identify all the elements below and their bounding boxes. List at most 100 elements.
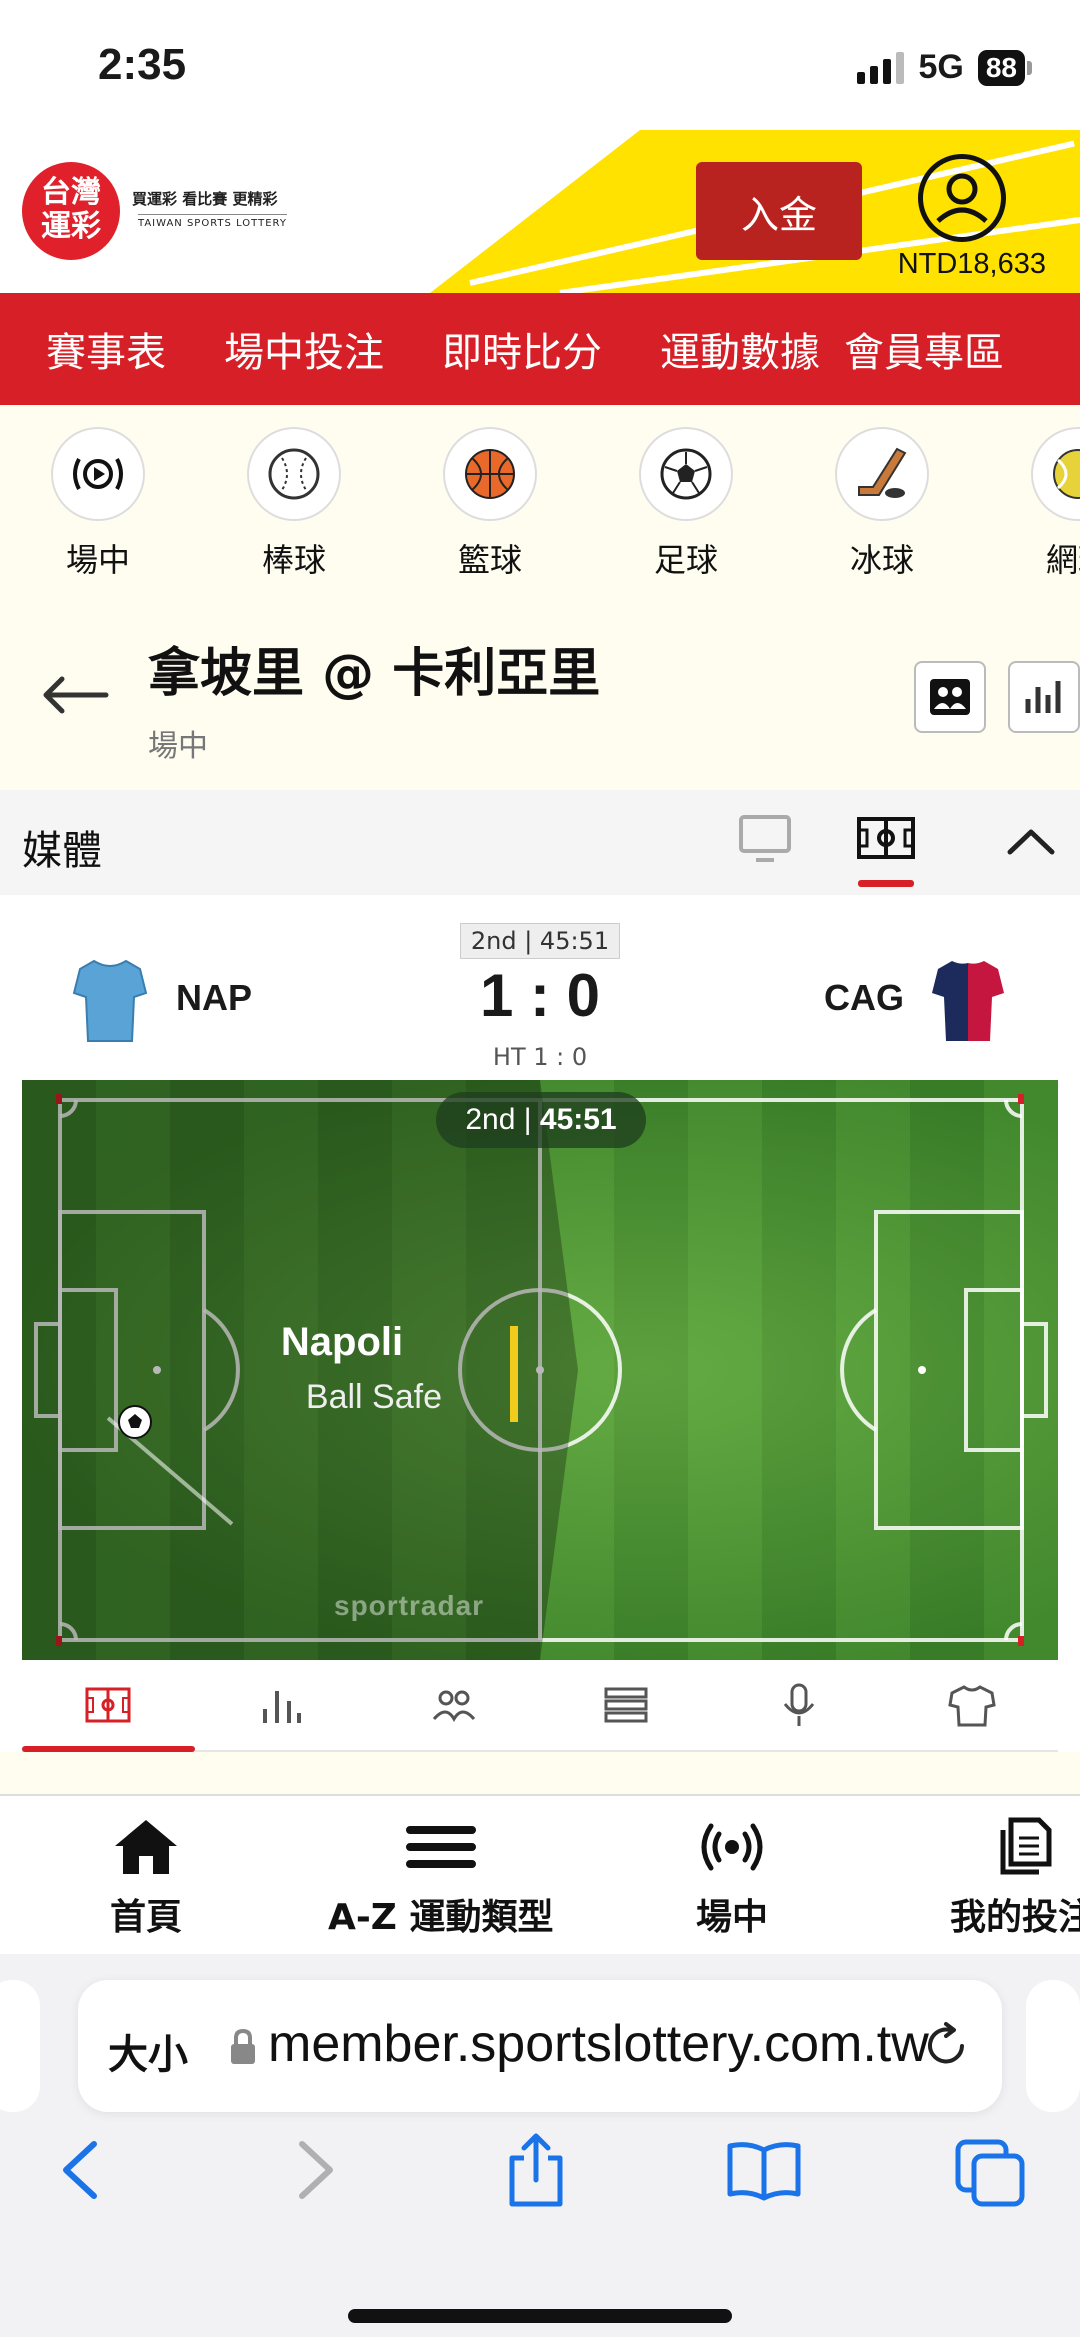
nav-item-member[interactable]: 會員專區 (832, 320, 1016, 378)
tab-commentary[interactable] (713, 1660, 886, 1750)
bets-icon (1000, 1817, 1052, 1875)
battery-icon: 88 (977, 49, 1025, 86)
address-bar[interactable]: 大小 member.sportslottery.com.tw (78, 1980, 1002, 2112)
deposit-button[interactable]: 入金 (696, 162, 862, 260)
cell-signal-icon (857, 51, 905, 84)
stats-button[interactable] (1008, 661, 1080, 733)
bottom-nav-my-bets[interactable]: 我的投注 (950, 1816, 1080, 1940)
sport-label: 足球 (653, 541, 718, 579)
sport-item-basketball[interactable]: 籃球 (392, 405, 588, 595)
bottom-nav: 首頁 A-Z 運動類型 場中 我的投注 (0, 1794, 1080, 1954)
lineup-button[interactable] (914, 661, 986, 733)
pitch-view-icon[interactable] (856, 814, 916, 864)
nav-item-sports-data[interactable]: 運動數據 (614, 320, 832, 378)
ice-hockey-icon (835, 427, 929, 521)
bar-chart-icon (1025, 681, 1061, 713)
event-description: Ball Safe (305, 1378, 442, 1416)
nav-item-live-scores[interactable]: 即時比分 (396, 320, 614, 378)
bottom-nav-az-sports[interactable]: A-Z 運動類型 (328, 1816, 553, 1940)
content-spacer (0, 1752, 1080, 1794)
tab-kits[interactable] (885, 1660, 1058, 1750)
network-type: 5G (918, 48, 964, 86)
sport-label: 網球 (1045, 541, 1080, 579)
status-indicators: 5G 88 (857, 48, 1032, 87)
media-active-indicator (858, 880, 914, 887)
scoreboard: 2nd | 45:51 NAP 1 : 0 HT 1 : 0 CAG (0, 895, 1080, 1080)
bookmarks-icon[interactable] (724, 2138, 804, 2202)
bottom-nav-home[interactable]: 首頁 (110, 1816, 182, 1940)
basketball-icon (443, 427, 537, 521)
home-shirt-icon (72, 959, 148, 1042)
site-logo[interactable]: 台灣 運彩 (22, 162, 120, 260)
account-avatar-icon[interactable] (918, 154, 1006, 242)
account-balance: NTD18,633 (897, 248, 1046, 280)
media-title: 媒體 (22, 828, 102, 874)
away-shirt-icon (932, 961, 1004, 1041)
live-broadcast-icon (51, 427, 145, 521)
chevron-up-icon[interactable] (1006, 826, 1056, 856)
share-icon[interactable] (504, 2132, 568, 2208)
menu-icon (405, 1826, 476, 1868)
home-indicator (348, 2309, 732, 2323)
match-period: 2nd | 45:51 (460, 923, 620, 959)
back-arrow-icon[interactable] (40, 675, 110, 715)
baseball-icon (247, 427, 341, 521)
back-chevron-icon[interactable] (56, 2138, 106, 2202)
pitch-clock: 2nd | 45:51 (436, 1092, 646, 1148)
sport-item-ice-hockey[interactable]: 冰球 (784, 405, 980, 595)
logo-slogan: 買運彩 看比賽 更精彩 (132, 190, 278, 208)
sport-item-tennis[interactable]: 網球 (980, 405, 1080, 595)
lock-icon (231, 2028, 255, 2064)
shirt-icon (947, 1685, 996, 1727)
tab-lineup[interactable] (367, 1660, 540, 1750)
sport-item-baseball[interactable]: 棒球 (196, 405, 392, 595)
forward-chevron-icon[interactable] (290, 2138, 340, 2202)
tv-icon[interactable] (738, 814, 792, 864)
match-status: 場中 (148, 729, 208, 764)
tab-pitch[interactable] (22, 1660, 195, 1752)
logo-subtitle: TAIWAN SPORTS LOTTERY (138, 214, 287, 229)
list-icon (604, 1687, 648, 1723)
previous-tab-preview[interactable] (0, 1980, 40, 2112)
pitch-clock-time: 45:51 (539, 1103, 617, 1136)
pitch-markings (22, 1080, 1048, 1660)
event-team: Napoli (280, 1320, 404, 1364)
halftime-score: HT 1 : 0 (492, 1043, 588, 1071)
match-score: 1 : 0 (479, 962, 601, 1029)
main-nav: 賽事表 場中投注 即時比分 運動數據 會員專區 (0, 293, 1080, 405)
bottom-nav-live[interactable]: 場中 (696, 1816, 768, 1940)
pitch-period: 2nd (465, 1103, 516, 1136)
match-title: 拿坡里 @ 卡利亞里 (148, 644, 601, 704)
sport-label: 棒球 (261, 541, 326, 579)
match-header: 拿坡里 @ 卡利亞里 場中 (0, 595, 1080, 790)
live-pitch-tracker: 2nd | 45:51 Napoli Ball Safe sportradar (22, 1080, 1058, 1660)
soccer-ball-icon (639, 427, 733, 521)
site-header: 台灣 運彩 買運彩 看比賽 更精彩 TAIWAN SPORTS LOTTERY … (0, 130, 1080, 293)
tab-list[interactable] (540, 1660, 713, 1750)
tracker-tabs (22, 1660, 1058, 1752)
url-text[interactable]: member.sportslottery.com.tw (268, 2014, 948, 2074)
live-icon (701, 1823, 763, 1871)
tab-stats[interactable] (195, 1660, 368, 1750)
home-icon (115, 1820, 177, 1874)
ball-position-icon (118, 1405, 152, 1439)
reader-settings-button[interactable]: 大小 (108, 2022, 188, 2080)
logo-line-1: 台灣 (41, 175, 101, 210)
tabs-icon[interactable] (954, 2138, 1026, 2208)
nav-item-schedule[interactable]: 賽事表 (0, 320, 178, 378)
next-tab-preview[interactable] (1026, 1980, 1080, 2112)
sport-label: 場中 (65, 541, 130, 579)
reload-icon[interactable] (920, 2020, 972, 2072)
sport-item-soccer[interactable]: 足球 (588, 405, 784, 595)
browser-chrome: 大小 member.sportslottery.com.tw (0, 1954, 1080, 2337)
battery-tip (1027, 60, 1032, 75)
logo-line-2: 運彩 (41, 209, 101, 244)
microphone-icon (783, 1683, 815, 1726)
away-team-abbr: CAG (824, 977, 904, 1018)
sport-item-live[interactable]: 場中 (0, 405, 196, 595)
stats-icon (263, 1691, 301, 1723)
sport-label: 冰球 (849, 541, 914, 579)
bottom-nav-label: 場中 (696, 1897, 769, 1938)
nav-item-live-betting[interactable]: 場中投注 (178, 320, 396, 378)
lineup-icon (432, 1690, 475, 1723)
